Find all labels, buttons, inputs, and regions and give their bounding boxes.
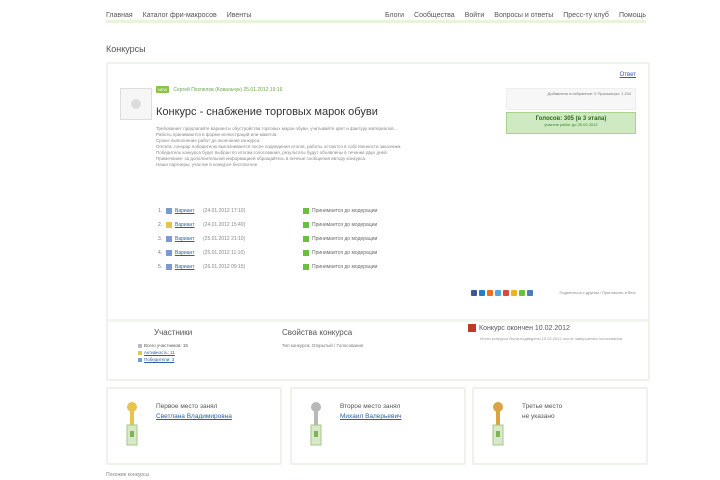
info-box: Добавлено в избранное: 5 Просмотры: 1 23… bbox=[506, 88, 636, 110]
check-icon bbox=[303, 250, 309, 256]
trophy-silver-icon bbox=[310, 402, 322, 446]
facebook-icon[interactable] bbox=[471, 290, 477, 296]
list-item: 4. Вариант (25.01.2012 11:10) Принимаетс… bbox=[158, 250, 378, 256]
blog-icon[interactable] bbox=[527, 290, 533, 296]
entry-link[interactable]: Вариант bbox=[175, 250, 203, 256]
list-item: Всего участников: 15 bbox=[138, 342, 188, 349]
trophy-icon bbox=[138, 357, 142, 362]
prize-card-third: Третье место не указано bbox=[472, 387, 648, 465]
nav-login[interactable]: Войти bbox=[465, 12, 485, 19]
social-share-bar bbox=[471, 290, 533, 296]
list-item: Активность: 11 bbox=[138, 349, 188, 356]
contest-panel: NEW Сергей Поспелов (Ковальчук) 25.01.20… bbox=[106, 62, 650, 381]
reply-link[interactable]: Ответ bbox=[620, 72, 636, 78]
contest-ended: Конкурс окончен 10.02.2012 Итоги конкурс… bbox=[468, 324, 638, 342]
prize-label: Первое место занял bbox=[156, 403, 218, 410]
entry-link[interactable]: Вариант bbox=[175, 222, 203, 228]
page: Главная Каталог фри-макросов Ивенты Блог… bbox=[0, 0, 720, 480]
image-icon bbox=[166, 250, 172, 256]
image-icon bbox=[166, 222, 172, 228]
flag-icon bbox=[468, 324, 476, 332]
nav-home[interactable]: Главная bbox=[106, 12, 133, 19]
image-icon bbox=[166, 236, 172, 242]
vk-icon[interactable] bbox=[479, 290, 485, 296]
contest-description: Требования: предлагайте варианты обустро… bbox=[156, 126, 636, 168]
prize-card-second: Второе место занял Михаил Валерьевич bbox=[290, 387, 466, 465]
check-icon bbox=[303, 264, 309, 270]
props-text: Тип конкурса: Открытый / Голосование bbox=[282, 343, 364, 348]
desc-line: Наши партнеры: участие в конкурсе беспла… bbox=[156, 162, 259, 167]
trophy-gold-icon bbox=[126, 402, 138, 446]
avatar[interactable] bbox=[120, 88, 152, 120]
nav-communities[interactable]: Сообщества bbox=[414, 12, 455, 19]
ended-subtitle: Итоги конкурса были подведены 10.02.2012… bbox=[480, 336, 624, 341]
image-icon bbox=[166, 208, 172, 214]
nav-blogs[interactable]: Блоги bbox=[385, 12, 404, 19]
section-title: Конкурсы bbox=[106, 44, 146, 54]
nav-qa[interactable]: Вопросы и ответы bbox=[494, 12, 553, 19]
check-icon bbox=[303, 236, 309, 242]
mail-icon[interactable] bbox=[503, 290, 509, 296]
ended-title: Конкурс окончен 10.02.2012 bbox=[479, 324, 570, 332]
user-silhouette-icon bbox=[131, 99, 141, 109]
nav-divider bbox=[106, 20, 646, 23]
entry-link[interactable]: Вариант bbox=[175, 208, 203, 214]
list-item: 2. Вариант (24.01.2012 15:40) Принимаетс… bbox=[158, 222, 378, 228]
list-item: 1. Вариант (24.01.2012 17:10) Принимаетс… bbox=[158, 208, 378, 214]
livejournal-icon[interactable] bbox=[511, 290, 517, 296]
list-item: Победители: 3 bbox=[138, 356, 188, 363]
entry-link[interactable]: Вариант bbox=[175, 264, 203, 270]
winner-link[interactable]: Светлана Владимировна bbox=[156, 413, 266, 421]
image-icon bbox=[166, 264, 172, 270]
nav-events[interactable]: Ивенты bbox=[227, 12, 252, 19]
participants-list: Всего участников: 15 Активность: 11 Побе… bbox=[138, 342, 188, 363]
share-icon[interactable] bbox=[519, 290, 525, 296]
winner-name: не указано bbox=[522, 413, 555, 420]
check-icon bbox=[303, 222, 309, 228]
twitter-icon[interactable] bbox=[495, 290, 501, 296]
props-title: Свойства конкурса bbox=[282, 328, 353, 337]
share-text[interactable]: Поделиться с другом / Пригласить в блог bbox=[560, 290, 636, 295]
similar-contests-heading: Похожие конкурсы bbox=[106, 472, 150, 478]
check-icon bbox=[303, 208, 309, 214]
trophy-bronze-icon bbox=[492, 402, 504, 446]
prize-label: Второе место занял bbox=[340, 403, 401, 410]
new-badge: NEW bbox=[156, 86, 170, 93]
entry-link[interactable]: Вариант bbox=[175, 236, 203, 242]
prize-label: Третье место bbox=[522, 403, 563, 410]
star-icon bbox=[138, 350, 142, 355]
winner-link[interactable]: Михаил Валерьевич bbox=[340, 413, 450, 421]
list-item: 5. Вариант (26.01.2012 09:15) Принимаетс… bbox=[158, 264, 378, 270]
user-icon bbox=[138, 343, 142, 348]
entries-list: 1. Вариант (24.01.2012 17:10) Принимаетс… bbox=[158, 204, 458, 274]
nav-catalog[interactable]: Каталог фри-макросов bbox=[143, 12, 217, 19]
nav-press-club[interactable]: Пресс-ту клуб bbox=[563, 12, 609, 19]
nav-help[interactable]: Помощь bbox=[619, 12, 646, 19]
author-link[interactable]: Сергей Поспелов (Ковальчук) 25.01.2012 1… bbox=[173, 87, 282, 93]
panel-divider bbox=[108, 319, 648, 322]
author-line: NEW Сергей Поспелов (Ковальчук) 25.01.20… bbox=[156, 86, 282, 93]
list-item: 3. Вариант (25.01.2012 21:10) Принимаетс… bbox=[158, 236, 378, 242]
prize-card-first: Первое место занял Светлана Владимировна bbox=[106, 387, 282, 465]
contest-title: Конкурс - снабжение торговых марок обуви bbox=[156, 106, 378, 118]
odnoklassniki-icon[interactable] bbox=[487, 290, 493, 296]
participants-title: Участники bbox=[154, 328, 193, 337]
